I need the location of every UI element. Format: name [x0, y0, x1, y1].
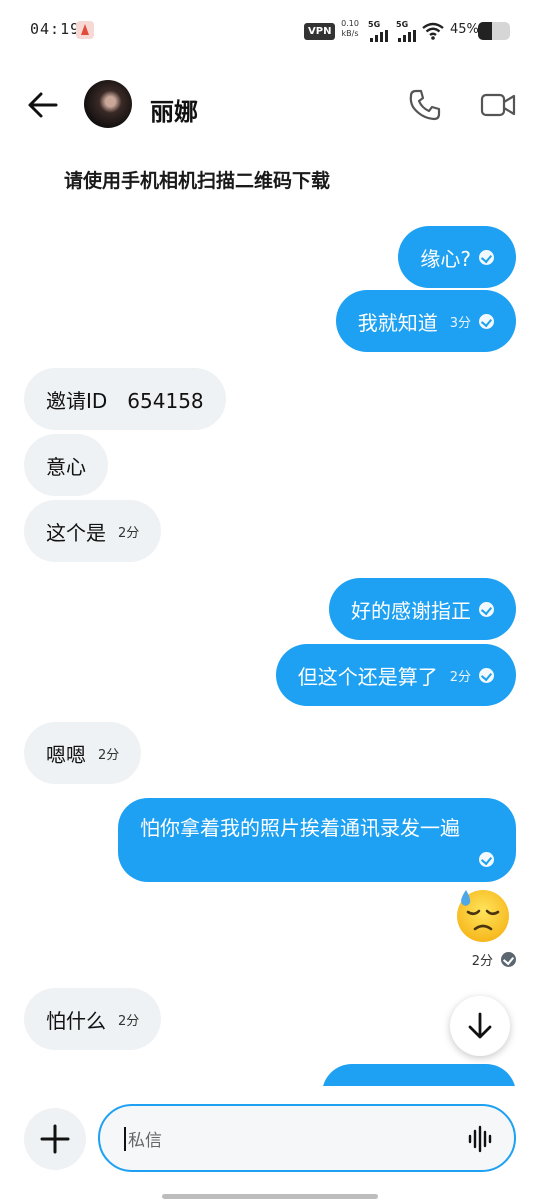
- plus-icon: [40, 1124, 70, 1154]
- text-caret: [124, 1127, 126, 1151]
- message-outgoing[interactable]: 我就知道 3分: [335, 290, 516, 352]
- message-time: 3分: [449, 315, 471, 331]
- wifi-icon: [422, 22, 444, 40]
- signal-label-2: 5G: [396, 20, 409, 29]
- contact-name[interactable]: 丽娜: [150, 92, 198, 127]
- chat-header: 丽娜: [0, 68, 540, 144]
- status-time: 04:19: [30, 20, 81, 38]
- app-notification-icon: [76, 21, 94, 39]
- home-indicator[interactable]: [162, 1194, 378, 1199]
- contact-avatar[interactable]: [84, 80, 132, 128]
- read-check-icon: [479, 601, 494, 617]
- signal-label: 5G: [368, 20, 381, 29]
- phone-call-icon[interactable]: [408, 88, 442, 122]
- message-outgoing[interactable]: 缘心?: [398, 226, 516, 288]
- read-check-icon: [479, 249, 494, 265]
- back-arrow-icon[interactable]: [26, 88, 60, 122]
- message-input[interactable]: 私信: [98, 1104, 516, 1172]
- message-time: 2分: [449, 669, 471, 685]
- read-check-icon: [479, 667, 494, 683]
- composer-bar: 私信: [0, 1086, 540, 1200]
- message-text: 好的感谢指正: [351, 598, 471, 623]
- signal-icon: 5G: [368, 20, 390, 42]
- message-text: 但这个还是算了: [297, 664, 438, 689]
- scroll-to-bottom-button[interactable]: [450, 996, 510, 1056]
- downcast-face-with-sweat-icon[interactable]: [454, 886, 512, 944]
- read-check-icon: [479, 852, 494, 867]
- read-check-icon: [501, 952, 516, 967]
- battery-icon: [478, 22, 510, 40]
- message-incoming[interactable]: 邀请ID 654158: [24, 368, 226, 430]
- message-text: 嗯嗯: [46, 742, 86, 767]
- message-outgoing[interactable]: 但这个还是算了 2分: [275, 644, 516, 706]
- vpn-badge: VPN: [304, 23, 336, 40]
- signal-icon-2: 5G: [396, 20, 418, 42]
- add-attachment-button[interactable]: [24, 1108, 86, 1170]
- read-check-icon: [479, 313, 494, 329]
- message-text: 意心: [46, 454, 86, 479]
- message-incoming[interactable]: 这个是 2分: [24, 500, 162, 562]
- message-time: 2分: [98, 747, 120, 763]
- arrow-down-icon: [468, 1012, 492, 1039]
- message-text: 怕什么: [46, 1008, 106, 1033]
- battery-percent: 45%: [450, 22, 479, 37]
- message-text: 怕你拿着我的照片挨着通讯录发一遍: [140, 816, 460, 840]
- voice-message-icon[interactable]: [468, 1125, 494, 1153]
- message-outgoing[interactable]: 好的感谢指正: [329, 578, 516, 640]
- message-text: 邀请ID 654158: [46, 388, 204, 413]
- message-incoming[interactable]: 意心: [24, 434, 108, 496]
- message-input-placeholder: 私信: [128, 1131, 162, 1151]
- message-incoming[interactable]: 怕什么 2分: [24, 988, 162, 1050]
- emoji-message-meta: 2分: [472, 950, 516, 969]
- message-text: 这个是: [46, 520, 106, 545]
- message-time: 2分: [118, 1013, 140, 1029]
- video-call-icon[interactable]: [480, 90, 516, 120]
- message-text: 我就知道: [357, 310, 438, 335]
- network-speed-value: 0.10: [341, 19, 359, 28]
- message-outgoing[interactable]: 怕你拿着我的照片挨着通讯录发一遍: [118, 798, 516, 882]
- message-time: 2分: [118, 525, 140, 541]
- message-time: 2分: [471, 954, 493, 969]
- message-incoming[interactable]: 嗯嗯 2分: [24, 722, 142, 784]
- network-speed: 0.10 kB/s: [340, 19, 360, 39]
- message-text: 缘心?: [420, 246, 471, 271]
- status-bar: 04:19 VPN 0.10 kB/s 5G 5G 45%: [0, 0, 540, 64]
- qr-download-banner: 请使用手机相机扫描二维码下载: [64, 170, 331, 192]
- network-speed-unit: kB/s: [341, 29, 359, 38]
